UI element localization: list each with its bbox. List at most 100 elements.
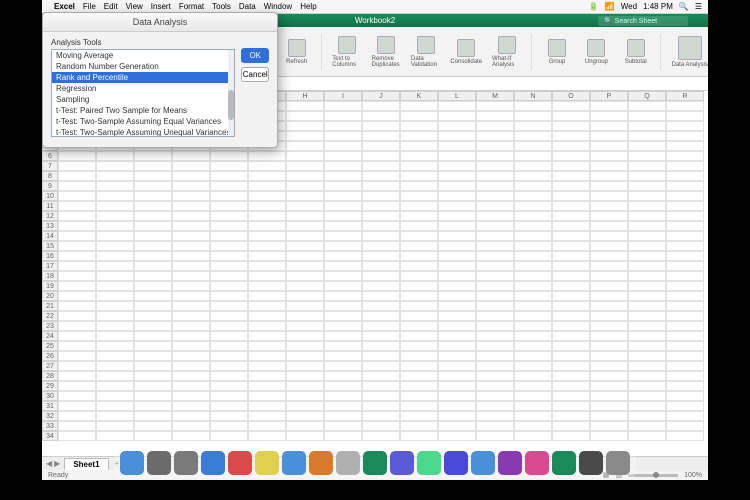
column-header[interactable]: L (438, 91, 476, 101)
menu-data[interactable]: Data (239, 2, 256, 11)
cell[interactable] (514, 361, 552, 371)
cell[interactable] (324, 291, 362, 301)
cell[interactable] (628, 381, 666, 391)
cell[interactable] (286, 111, 324, 121)
cell[interactable] (590, 311, 628, 321)
cell[interactable] (666, 211, 704, 221)
cell[interactable] (514, 151, 552, 161)
cell[interactable] (362, 231, 400, 241)
cell[interactable] (210, 261, 248, 271)
cell[interactable] (96, 191, 134, 201)
cell[interactable] (248, 261, 286, 271)
cell[interactable] (590, 141, 628, 151)
cell[interactable] (286, 421, 324, 431)
cell[interactable] (362, 311, 400, 321)
cell[interactable] (172, 361, 210, 371)
column-header[interactable]: N (514, 91, 552, 101)
analysis-tool-item[interactable]: Moving Average (52, 50, 234, 61)
cell[interactable] (476, 351, 514, 361)
cell[interactable] (628, 101, 666, 111)
cell[interactable] (324, 181, 362, 191)
cell[interactable] (286, 301, 324, 311)
cell[interactable] (628, 371, 666, 381)
ribbon-consolidate-button[interactable]: Consolidate (450, 39, 482, 65)
cell[interactable] (590, 341, 628, 351)
cell[interactable] (476, 411, 514, 421)
cell[interactable] (514, 141, 552, 151)
cell[interactable] (438, 291, 476, 301)
cell[interactable] (400, 161, 438, 171)
cell[interactable] (286, 391, 324, 401)
cell[interactable] (628, 111, 666, 121)
cell[interactable] (400, 241, 438, 251)
cell[interactable] (96, 301, 134, 311)
cell[interactable] (134, 231, 172, 241)
cell[interactable] (628, 191, 666, 201)
cell[interactable] (324, 361, 362, 371)
ok-button[interactable]: OK (241, 48, 269, 63)
cell[interactable] (362, 331, 400, 341)
cell[interactable] (58, 431, 96, 441)
cell[interactable] (210, 181, 248, 191)
analysis-tool-item[interactable]: Random Number Generation (52, 61, 234, 72)
notification-icon[interactable]: ☰ (695, 2, 702, 11)
cell[interactable] (58, 361, 96, 371)
cell[interactable] (552, 221, 590, 231)
cell[interactable] (58, 401, 96, 411)
cell[interactable] (476, 161, 514, 171)
cell[interactable] (96, 431, 134, 441)
row-header[interactable]: 32 (42, 411, 58, 421)
cell[interactable] (248, 301, 286, 311)
cell[interactable] (514, 131, 552, 141)
cell[interactable] (590, 161, 628, 171)
cell[interactable] (248, 181, 286, 191)
dock-app-icon[interactable] (444, 451, 468, 475)
menu-format[interactable]: Format (179, 2, 204, 11)
column-header[interactable]: Q (628, 91, 666, 101)
cell[interactable] (172, 261, 210, 271)
row-header[interactable]: 31 (42, 401, 58, 411)
cell[interactable] (324, 381, 362, 391)
cell[interactable] (248, 361, 286, 371)
cell[interactable] (552, 141, 590, 151)
cell[interactable] (628, 201, 666, 211)
cell[interactable] (324, 331, 362, 341)
cell[interactable] (400, 411, 438, 421)
cell[interactable] (58, 251, 96, 261)
cell[interactable] (172, 371, 210, 381)
cell[interactable] (552, 291, 590, 301)
cell[interactable] (286, 171, 324, 181)
cell[interactable] (172, 171, 210, 181)
dock-app-icon[interactable] (201, 451, 225, 475)
cell[interactable] (210, 301, 248, 311)
cell[interactable] (438, 331, 476, 341)
cell[interactable] (210, 271, 248, 281)
cell[interactable] (134, 371, 172, 381)
cell[interactable] (362, 271, 400, 281)
cell[interactable] (248, 231, 286, 241)
cell[interactable] (324, 241, 362, 251)
cell[interactable] (172, 271, 210, 281)
row-header[interactable]: 19 (42, 281, 58, 291)
cell[interactable] (324, 391, 362, 401)
cell[interactable] (58, 321, 96, 331)
cell[interactable] (400, 171, 438, 181)
cell[interactable] (438, 411, 476, 421)
app-menu[interactable]: Excel (54, 2, 75, 11)
cell[interactable] (476, 241, 514, 251)
cell[interactable] (362, 291, 400, 301)
cell[interactable] (666, 351, 704, 361)
cell[interactable] (476, 431, 514, 441)
cell[interactable] (514, 181, 552, 191)
cell[interactable] (400, 221, 438, 231)
column-header[interactable]: O (552, 91, 590, 101)
cell[interactable] (628, 431, 666, 441)
cell[interactable] (96, 421, 134, 431)
cell[interactable] (96, 371, 134, 381)
cell[interactable] (438, 301, 476, 311)
cell[interactable] (172, 351, 210, 361)
tab-prev-icon[interactable]: ◀ (46, 459, 52, 468)
dock-app-icon[interactable] (309, 451, 333, 475)
dock-app-icon[interactable] (282, 451, 306, 475)
cell[interactable] (590, 391, 628, 401)
